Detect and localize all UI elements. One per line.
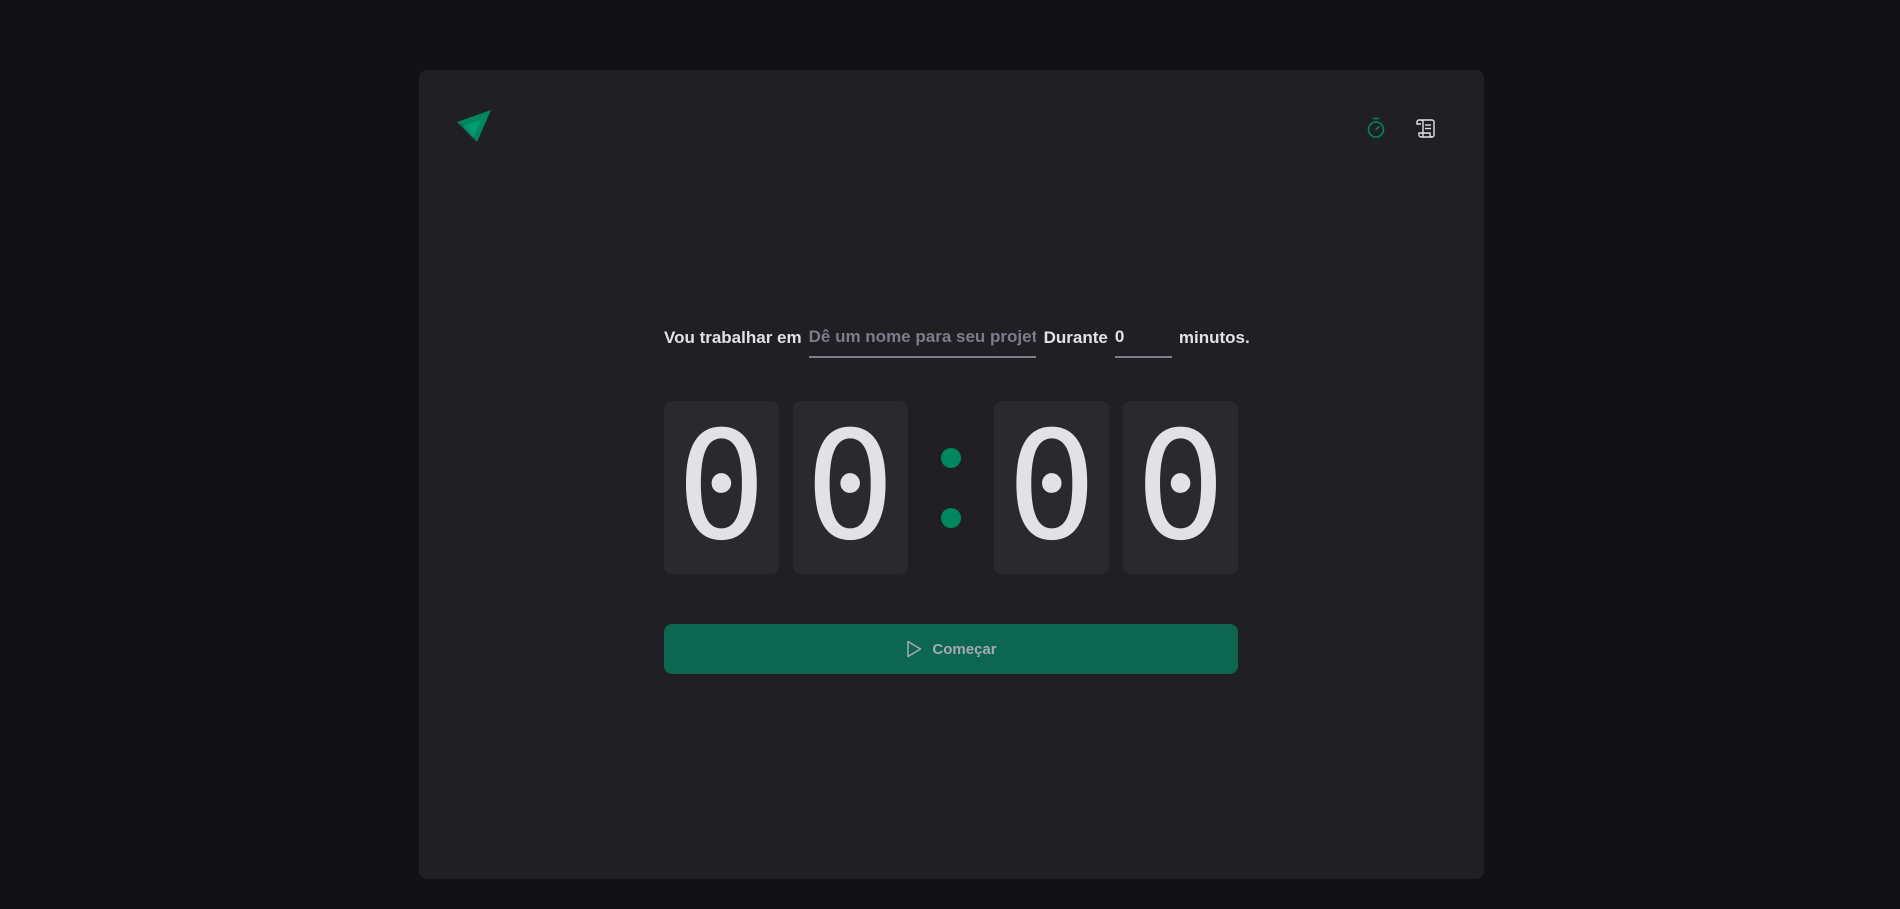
header-nav bbox=[1362, 114, 1440, 142]
task-form: Vou trabalhar em Durante minutos. bbox=[664, 318, 1250, 358]
task-input[interactable] bbox=[808, 318, 1036, 358]
nav-timer-link[interactable] bbox=[1362, 114, 1390, 142]
start-button[interactable]: Começar bbox=[664, 624, 1238, 674]
duration-label: Durante bbox=[1043, 328, 1108, 347]
timer-icon bbox=[1367, 117, 1385, 138]
minutes-suffix: minutos. bbox=[1178, 328, 1250, 347]
seconds-tens-digit: 0 bbox=[994, 401, 1110, 574]
minutes-tens-digit: 0 bbox=[664, 401, 779, 574]
logo bbox=[455, 108, 495, 148]
countdown: 0 0 0 0 bbox=[664, 401, 1238, 574]
start-button-label: Começar bbox=[932, 640, 997, 658]
timer-main: Vou trabalhar em Durante minutos. 0 0 0 … bbox=[664, 318, 1250, 674]
play-icon bbox=[907, 640, 922, 658]
task-label: Vou trabalhar em bbox=[664, 328, 802, 347]
seconds-ones-digit: 0 bbox=[1123, 401, 1238, 574]
countdown-separator bbox=[908, 401, 995, 574]
minutes-input[interactable] bbox=[1114, 318, 1172, 358]
nav-history-link[interactable] bbox=[1412, 114, 1440, 142]
scroll-icon bbox=[1416, 119, 1435, 138]
logo-icon bbox=[457, 110, 491, 142]
app-card: Vou trabalhar em Durante minutos. 0 0 0 … bbox=[419, 70, 1484, 879]
separator-dot-top bbox=[940, 447, 961, 468]
separator-dot-bottom bbox=[940, 507, 961, 528]
minutes-ones-digit: 0 bbox=[792, 401, 908, 574]
